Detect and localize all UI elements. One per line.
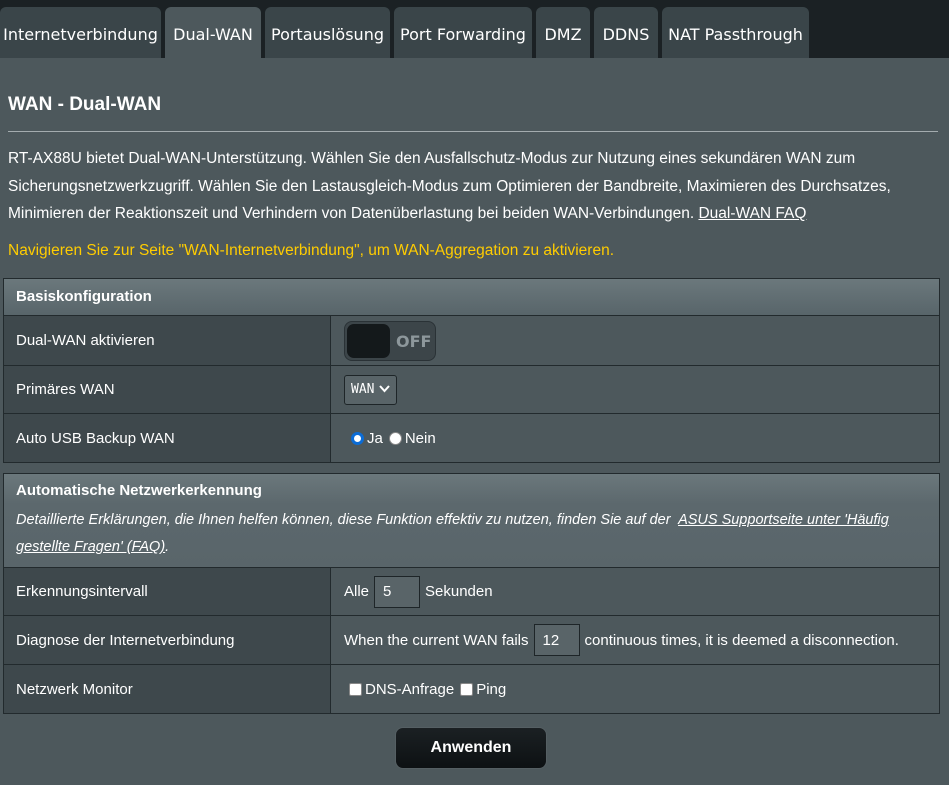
title-divider xyxy=(8,131,938,132)
detection-desc-text: Detaillierte Erklärungen, die Ihnen helf… xyxy=(16,512,671,528)
ping-checkbox[interactable] xyxy=(460,682,474,696)
primary-wan-select[interactable]: WAN xyxy=(344,374,398,405)
dual-wan-toggle[interactable]: OFF xyxy=(344,321,436,361)
network-monitor-label: Netzwerk Monitor xyxy=(4,665,331,713)
basic-config-header: Basiskonfiguration xyxy=(4,279,939,315)
tab-bar: Internetverbindung Dual-WAN Portauslösun… xyxy=(0,0,949,58)
detection-interval-label: Erkennungsintervall xyxy=(4,568,331,615)
tab-ddns[interactable]: DDNS xyxy=(594,7,658,58)
interval-prefix: Alle xyxy=(344,583,370,600)
interval-suffix: Sekunden xyxy=(425,583,493,600)
ping-label: Ping xyxy=(476,680,507,698)
diagnosis-suffix: continuous times, it is deemed a disconn… xyxy=(584,631,899,649)
usb-backup-label: Auto USB Backup WAN xyxy=(4,414,331,462)
usb-backup-no-label: Nein xyxy=(404,429,436,447)
tab-portausloesung[interactable]: Portauslösung xyxy=(265,7,390,58)
network-monitor-row: Netzwerk Monitor DNS-Anfrage Ping xyxy=(4,664,939,713)
detection-desc-end: . xyxy=(165,539,170,555)
tab-nat-passthrough[interactable]: NAT Passthrough xyxy=(662,7,809,58)
usb-backup-yes-label: Ja xyxy=(367,429,383,447)
aggregation-notice: Navigieren Sie zur Seite "WAN-Internetve… xyxy=(8,242,615,259)
chevron-down-icon xyxy=(379,383,391,396)
dual-wan-enable-label: Dual-WAN aktivieren xyxy=(4,316,331,365)
tab-dmz[interactable]: DMZ xyxy=(536,7,590,58)
dual-wan-enable-row: Dual-WAN aktivieren OFF xyxy=(4,315,939,365)
page-title: WAN - Dual-WAN xyxy=(8,94,162,115)
network-detection-section: Automatische Netzwerkerkennung Detaillie… xyxy=(3,473,940,714)
usb-backup-yes-radio[interactable] xyxy=(351,431,364,445)
internet-diagnosis-label: Diagnose der Internetverbindung xyxy=(4,616,331,664)
usb-backup-no-radio[interactable] xyxy=(388,431,402,445)
detection-interval-input[interactable]: 5 xyxy=(374,575,421,608)
tab-dual-wan[interactable]: Dual-WAN xyxy=(165,7,261,58)
internet-diagnosis-row: Diagnose der Internetverbindung When the… xyxy=(4,615,939,664)
primary-wan-row: Primäres WAN WAN xyxy=(4,365,939,413)
toggle-state-label: OFF xyxy=(396,332,432,351)
page-description: RT-AX88U bietet Dual-WAN-Unterstützung. … xyxy=(8,145,943,228)
tab-internetverbindung[interactable]: Internetverbindung xyxy=(0,7,161,58)
tab-port-forwarding[interactable]: Port Forwarding xyxy=(394,7,532,58)
content-panel: WAN - Dual-WAN RT-AX88U bietet Dual-WAN-… xyxy=(0,58,949,785)
detection-interval-row: Erkennungsintervall Alle 5 Sekunden xyxy=(4,567,939,615)
usb-backup-row: Auto USB Backup WAN Ja Nein xyxy=(4,413,939,462)
apply-button[interactable]: Anwenden xyxy=(395,727,547,769)
network-detection-desc: Detaillierte Erklärungen, die Ihnen helf… xyxy=(16,507,939,567)
toggle-knob xyxy=(347,324,390,358)
network-detection-title: Automatische Netzwerkerkennung xyxy=(16,482,262,499)
dual-wan-faq-link[interactable]: Dual-WAN FAQ xyxy=(698,205,806,222)
basic-config-section: Basiskonfiguration Dual-WAN aktivieren O… xyxy=(3,278,940,463)
primary-wan-label: Primäres WAN xyxy=(4,366,331,413)
dns-query-label: DNS-Anfrage xyxy=(365,680,455,698)
failure-count-input[interactable]: 12 xyxy=(533,624,580,656)
diagnosis-prefix: When the current WAN fails xyxy=(344,631,529,649)
primary-wan-value: WAN xyxy=(351,382,375,397)
dns-query-checkbox[interactable] xyxy=(349,682,362,696)
network-detection-header: Automatische Netzwerkerkennung Detaillie… xyxy=(4,474,939,567)
